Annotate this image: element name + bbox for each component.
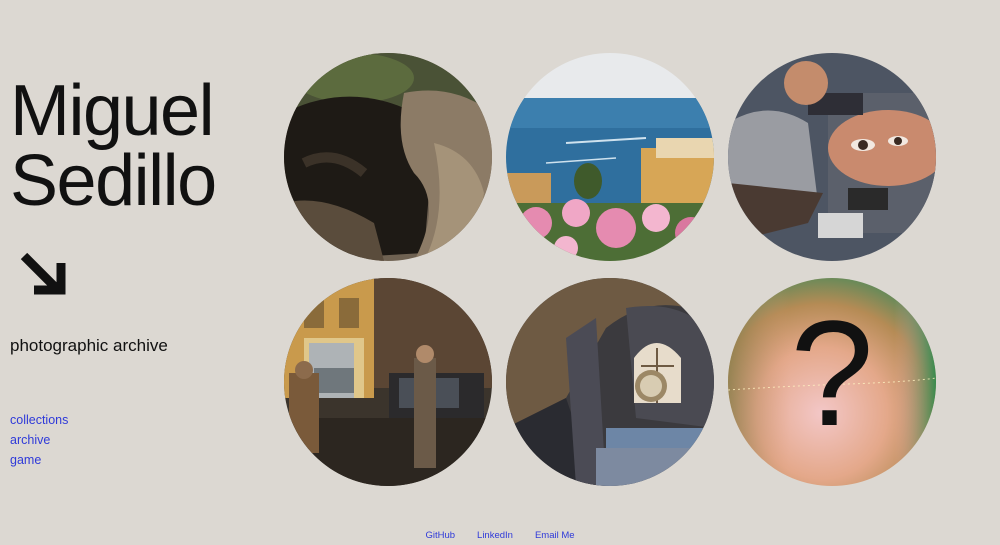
footer-link-github[interactable]: GitHub bbox=[425, 530, 455, 541]
photo-coast[interactable] bbox=[506, 53, 714, 261]
footer-link-linkedin[interactable]: LinkedIn bbox=[477, 530, 513, 541]
footer: GitHub LinkedIn Email Me bbox=[0, 530, 1000, 541]
mystery-card[interactable]: ? bbox=[728, 278, 936, 486]
photo-cave[interactable] bbox=[284, 53, 492, 261]
photo-basilica[interactable] bbox=[506, 278, 714, 486]
photo-narrow-street[interactable] bbox=[284, 278, 492, 486]
question-mark: ? bbox=[790, 289, 874, 457]
footer-link-email[interactable]: Email Me bbox=[535, 530, 575, 541]
photo-street-artist[interactable] bbox=[728, 53, 936, 261]
photo-gallery: ? bbox=[0, 0, 1000, 545]
